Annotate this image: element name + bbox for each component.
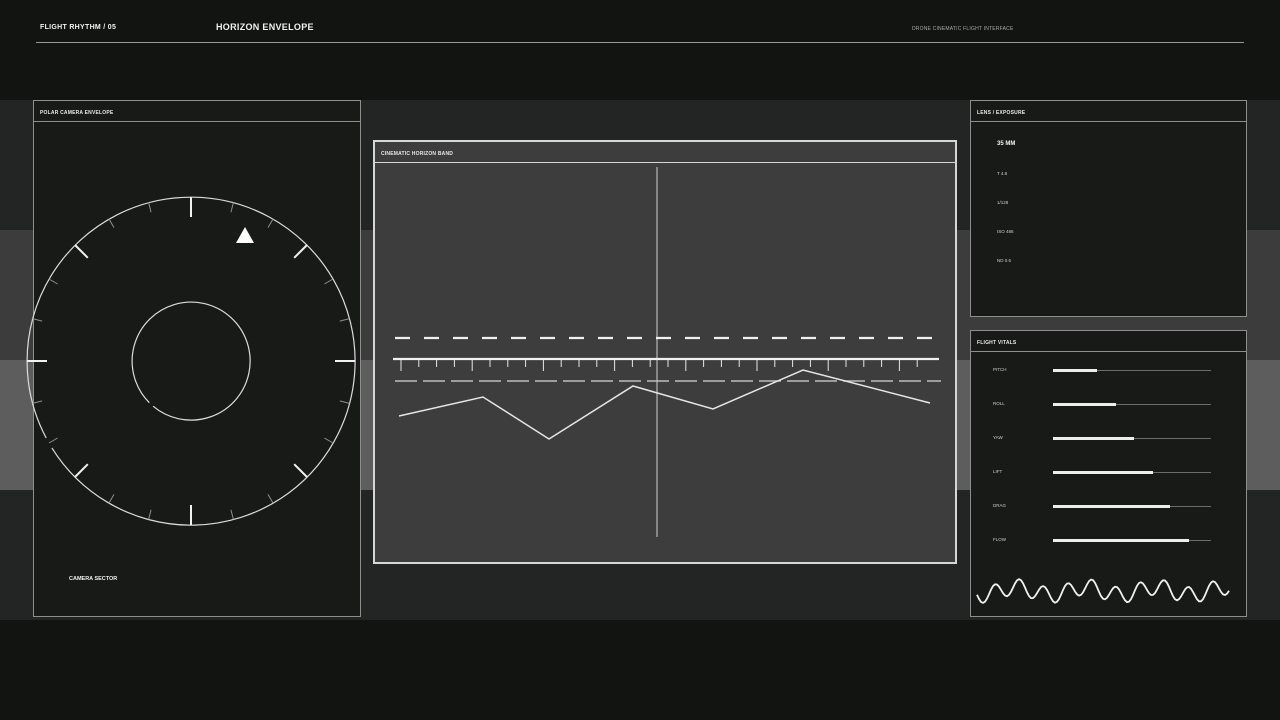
polar-tick [48, 437, 58, 444]
lens-panel-divider [971, 121, 1246, 122]
vital-track [1053, 539, 1211, 542]
polar-tick [230, 202, 234, 213]
polar-tick [324, 278, 334, 285]
horizon-ruler-ticks [400, 360, 918, 371]
polar-tick [267, 218, 274, 228]
polar-dial[interactable] [26, 101, 362, 618]
polar-tick [48, 278, 58, 285]
vital-fill-pitch [1053, 369, 1098, 372]
vital-label: YAW [993, 435, 1003, 440]
triangle-up-icon [236, 227, 254, 243]
vital-label: ROLL [993, 401, 1005, 406]
lens-exposure-panel: LENS / EXPOSURE 35 MM T 4.8 1/128 ISO 48… [970, 100, 1247, 317]
vitals-panel-title: FLIGHT VITALS [977, 340, 1017, 346]
header-flight-rhythm: FLIGHT RHYTHM / 05 [40, 24, 117, 31]
lens-panel-title: LENS / EXPOSURE [977, 110, 1026, 116]
polar-tick [32, 400, 43, 404]
vital-row-flow: FLOW [971, 535, 1248, 547]
waveform-icon [976, 578, 1230, 604]
lens-shutter: 1/128 [997, 200, 1009, 205]
polar-camera-panel: POLAR CAMERA ENVELOPE CAMERA SECTOR [26, 100, 362, 618]
polar-tick [108, 218, 115, 228]
vital-track [1053, 505, 1211, 508]
vital-row-yaw: YAW [971, 433, 1248, 445]
polar-tick [339, 318, 350, 322]
vital-label: PITCH [993, 367, 1007, 372]
lens-iso: ISO 486 [997, 229, 1014, 234]
polar-tick [148, 509, 152, 520]
vital-track [1053, 471, 1211, 474]
camera-sector-label: CAMERA SECTOR [69, 576, 118, 582]
header-divider [36, 42, 1244, 43]
vital-label: LIFT [993, 469, 1003, 474]
polar-tick [267, 494, 274, 504]
vital-fill-yaw [1053, 437, 1134, 440]
header-bar: FLIGHT RHYTHM / 05 HORIZON ENVELOPE DRON… [0, 0, 1280, 100]
polar-tick [108, 494, 115, 504]
vital-fill-lift [1053, 471, 1153, 474]
header-subtitle: DRONE CINEMATIC FLIGHT INTERFACE [912, 26, 1014, 32]
polar-tick [74, 244, 89, 259]
vital-fill-drag [1053, 505, 1170, 508]
vital-label: DRAG [993, 503, 1007, 508]
vital-row-drag: DRAG [971, 501, 1248, 513]
polar-tick [32, 318, 43, 322]
vital-track [1053, 369, 1211, 372]
vital-label: FLOW [993, 537, 1006, 542]
horizon-band-panel: CINEMATIC HORIZON BAND [373, 140, 957, 564]
polar-tick [230, 509, 234, 520]
lens-aperture: T 4.8 [997, 171, 1008, 176]
polar-tick [339, 400, 350, 404]
vitals-panel-divider [971, 351, 1246, 352]
waveform-line [976, 578, 1230, 604]
lens-focal-length: 35 MM [997, 141, 1016, 147]
vital-row-pitch: PITCH [971, 365, 1248, 377]
polar-inner-ring [131, 301, 251, 421]
vital-fill-flow [1053, 539, 1189, 542]
horizon-graph[interactable] [375, 142, 955, 562]
polar-tick [293, 463, 308, 478]
polar-tick [324, 437, 334, 444]
polar-tick-marks [27, 197, 355, 525]
vital-track [1053, 403, 1211, 406]
page-title: HORIZON ENVELOPE [216, 22, 314, 32]
vital-row-lift: LIFT [971, 467, 1248, 479]
vital-row-roll: ROLL [971, 399, 1248, 411]
vital-track [1053, 437, 1211, 440]
lens-nd-filter: ND 0.6 [997, 258, 1012, 263]
flight-vitals-panel: FLIGHT VITALS PITCH ROLL YAW LIFT DRAG F… [970, 330, 1247, 617]
vital-fill-roll [1053, 403, 1117, 406]
polar-tick [74, 463, 89, 478]
polar-tick [293, 244, 308, 259]
polar-tick [148, 202, 152, 213]
